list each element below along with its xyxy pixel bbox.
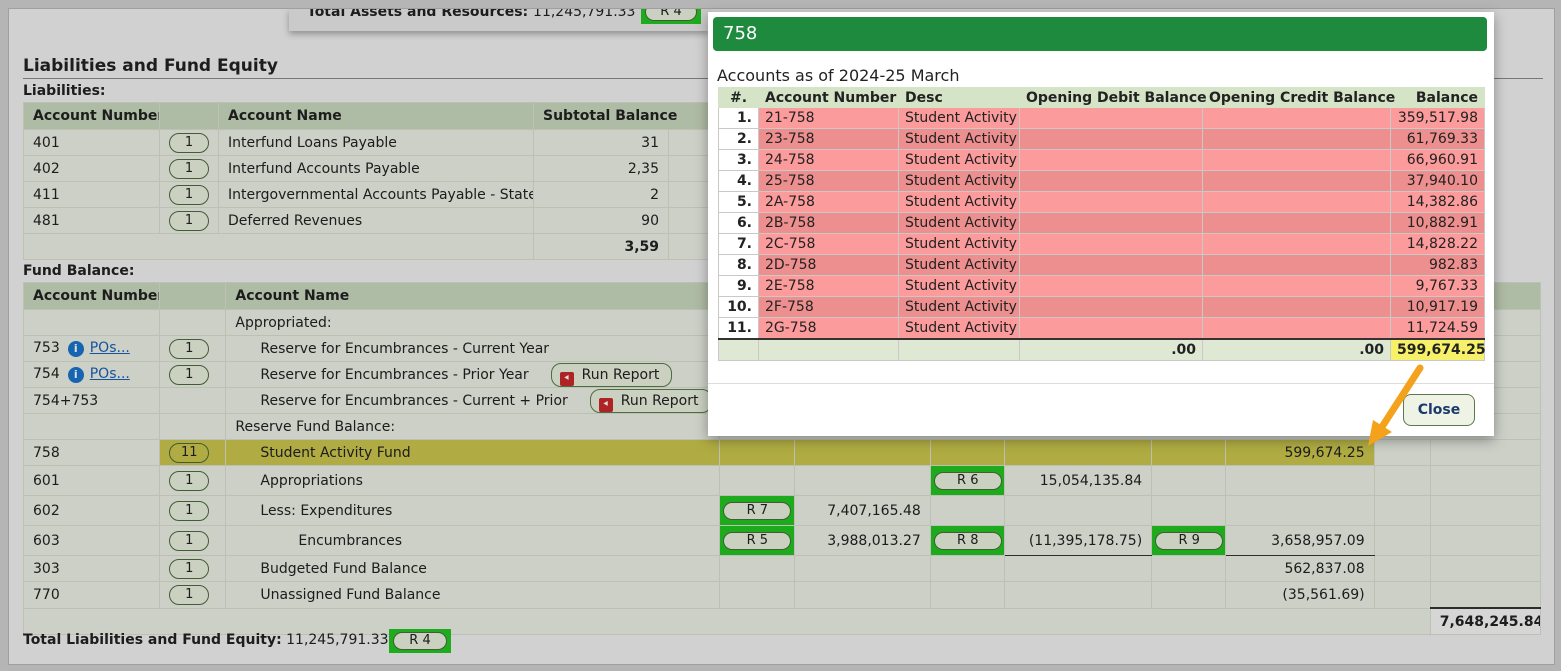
pointer-arrow-icon (1368, 364, 1424, 446)
